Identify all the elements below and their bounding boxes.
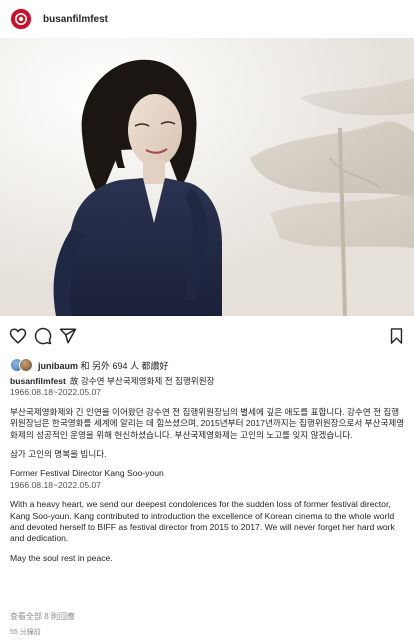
post-header: busanfilmfest — [0, 0, 414, 38]
caption-username[interactable]: busanfilmfest — [10, 376, 66, 386]
caption-dates-ko: 1966.08.18~2022.05.07 — [10, 387, 102, 398]
bookmark-icon — [390, 328, 402, 344]
busan-film-festival-logo-icon — [15, 13, 27, 25]
caption-condolence-ko: 삼가 고인의 명복을 빕니다. — [10, 449, 107, 460]
post-photo[interactable] — [0, 38, 414, 316]
send-icon — [59, 328, 77, 344]
caption-title-en: Former Festival Director Kang Soo-youn — [10, 468, 164, 479]
view-comments-link[interactable]: 查看全部 8 則回應 — [10, 611, 75, 622]
like-button[interactable] — [8, 326, 28, 346]
caption-title: 故 강수연 부산국제영화제 전 집행위원장 — [69, 376, 215, 386]
liker-avatar — [19, 358, 33, 372]
portrait-image — [0, 38, 414, 316]
post-username[interactable]: busanfilmfest — [43, 14, 108, 25]
caption-dates-en: 1966.08.18~2022.05.07 — [10, 479, 102, 490]
caption-paragraph-en: With a heavy heart, we send our deepest … — [10, 499, 395, 544]
avatar[interactable] — [10, 8, 32, 30]
heart-icon — [9, 328, 27, 344]
likes-summary[interactable]: junibaum 和 另外 694 人 都讚好 — [10, 356, 169, 374]
save-button[interactable] — [386, 326, 406, 346]
action-bar — [0, 322, 414, 350]
comment-icon — [34, 327, 52, 345]
share-button[interactable] — [58, 326, 78, 346]
likes-count-text: 和 另外 694 人 都讚好 — [78, 360, 169, 371]
caption-paragraph-ko: 부산국제영화제와 긴 인연을 이어왔던 강수연 전 집행위원장님의 별세에 깊은… — [10, 406, 405, 440]
liker-username[interactable]: junibaum — [38, 361, 78, 371]
post-timestamp: 55 分鐘前 — [10, 629, 41, 636]
comment-button[interactable] — [33, 326, 53, 346]
post-caption: busanfilmfest 故 강수연 부산국제영화제 전 집행위원장 1966.… — [10, 376, 406, 564]
caption-condolence-en: May the soul rest in peace. — [10, 552, 113, 563]
likes-text: junibaum 和 另外 694 人 都讚好 — [38, 359, 169, 372]
